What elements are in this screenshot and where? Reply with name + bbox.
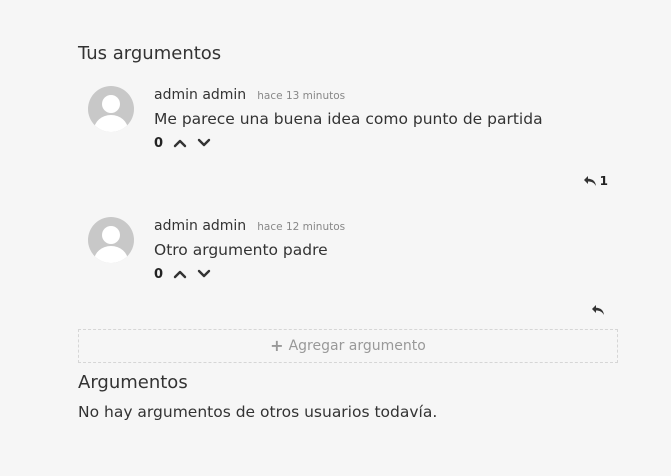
reply-button[interactable] bbox=[591, 304, 608, 316]
downvote-button[interactable] bbox=[197, 267, 211, 281]
empty-arguments-message: No hay argumentos de otros usuarios toda… bbox=[78, 403, 438, 421]
argument-timestamp: hace 12 minutos bbox=[257, 221, 346, 233]
reply-count: 1 bbox=[599, 174, 608, 188]
vote-controls: 0 bbox=[154, 265, 594, 283]
add-argument-label: Agregar argumento bbox=[288, 338, 426, 354]
downvote-button[interactable] bbox=[197, 136, 211, 150]
chevron-up-icon bbox=[173, 270, 187, 279]
reply-icon bbox=[592, 305, 604, 315]
chevron-down-icon bbox=[197, 269, 211, 278]
chevron-up-icon bbox=[173, 139, 187, 148]
chevron-down-icon bbox=[197, 138, 211, 147]
argument-text: Otro argumento padre bbox=[154, 241, 328, 259]
own-arguments-title: Tus argumentos bbox=[78, 43, 222, 64]
other-arguments-title: Argumentos bbox=[78, 372, 188, 393]
upvote-button[interactable] bbox=[173, 267, 187, 281]
avatar bbox=[88, 217, 134, 263]
vote-count: 0 bbox=[154, 135, 164, 151]
upvote-button[interactable] bbox=[173, 136, 187, 150]
vote-controls: 0 bbox=[154, 134, 594, 152]
plus-icon: + bbox=[270, 336, 284, 355]
argument-timestamp: hace 13 minutos bbox=[257, 90, 346, 102]
add-argument-button[interactable]: + Agregar argumento bbox=[78, 329, 618, 363]
reply-button[interactable]: 1 bbox=[583, 174, 608, 188]
argument-author[interactable]: admin admin bbox=[154, 87, 246, 103]
avatar bbox=[88, 86, 134, 132]
vote-count: 0 bbox=[154, 266, 164, 282]
reply-icon bbox=[583, 176, 596, 186]
argument-author[interactable]: admin admin bbox=[154, 218, 246, 234]
argument-text: Me parece una buena idea como punto de p… bbox=[154, 110, 543, 128]
